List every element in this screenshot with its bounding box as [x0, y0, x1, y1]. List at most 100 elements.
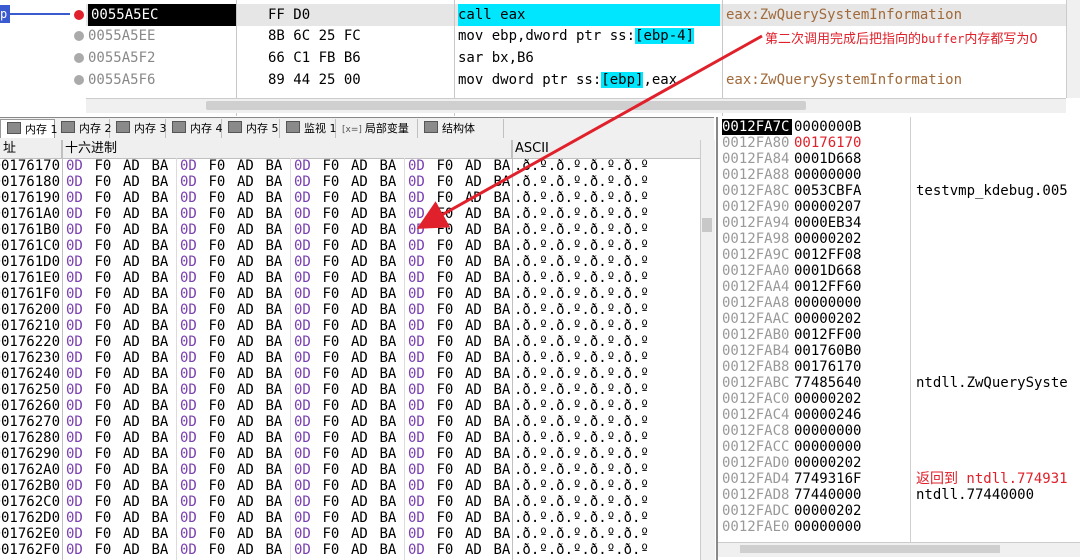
hex-byte[interactable]: 0D — [408, 398, 430, 414]
hex-byte[interactable]: 0D — [294, 270, 316, 286]
hex-byte[interactable]: AD — [465, 174, 487, 190]
breakpoint-dot[interactable] — [74, 75, 84, 85]
tab-5[interactable]: 内存 5 — [222, 119, 280, 138]
horizontal-scrollbar[interactable] — [86, 98, 1066, 113]
hex-byte[interactable]: AD — [237, 462, 259, 478]
hex-byte[interactable]: F0 — [323, 350, 345, 366]
hex-byte[interactable]: 0D — [180, 382, 202, 398]
breakpoint-dot-active[interactable] — [74, 10, 84, 20]
hex-byte[interactable]: AD — [465, 526, 487, 542]
hex-byte[interactable]: BA — [380, 222, 402, 238]
hex-byte[interactable]: AD — [237, 494, 259, 510]
hex-byte[interactable]: F0 — [95, 334, 117, 350]
hex-byte[interactable]: 0D — [294, 398, 316, 414]
hex-byte[interactable]: BA — [380, 158, 402, 174]
hex-byte[interactable]: BA — [380, 270, 402, 286]
hex-byte[interactable]: AD — [123, 526, 145, 542]
hex-byte[interactable]: AD — [123, 494, 145, 510]
hex-byte[interactable]: 0D — [180, 206, 202, 222]
hex-byte[interactable]: BA — [380, 254, 402, 270]
dump-row[interactable]: 001762D00DF0ADBA0DF0ADBA0DF0ADBA0DF0ADBA… — [0, 510, 700, 526]
hex-byte[interactable]: F0 — [95, 526, 117, 542]
hex-byte[interactable]: F0 — [209, 382, 231, 398]
hex-byte[interactable]: BA — [266, 158, 288, 174]
hex-byte[interactable]: AD — [465, 446, 487, 462]
hex-byte[interactable]: 0D — [66, 334, 88, 350]
stack-row[interactable]: 0012FA94 0000EB34 — [718, 215, 1080, 231]
stack-row[interactable]: 0012FA98 00000202 — [718, 231, 1080, 247]
dump-row[interactable]: 001761E00DF0ADBA0DF0ADBA0DF0ADBA0DF0ADBA… — [0, 270, 700, 286]
hex-byte[interactable]: AD — [351, 206, 373, 222]
hex-byte[interactable]: AD — [351, 366, 373, 382]
hex-byte[interactable]: BA — [266, 462, 288, 478]
dump-row[interactable]: 001762F00DF0ADBA0DF0ADBA0DF0ADBA0DF0ADBA… — [0, 542, 700, 558]
hex-byte[interactable]: F0 — [209, 494, 231, 510]
stack-row[interactable]: 0012FA80 00176170 — [718, 135, 1080, 151]
hex-byte[interactable]: F0 — [209, 190, 231, 206]
hex-byte[interactable]: 0D — [408, 318, 430, 334]
hex-byte[interactable]: BA — [380, 318, 402, 334]
hex-byte[interactable]: 0D — [294, 174, 316, 190]
hex-byte[interactable]: BA — [152, 158, 174, 174]
dump-row[interactable]: 001761900DF0ADBA0DF0ADBA0DF0ADBA0DF0ADBA… — [0, 190, 700, 206]
hex-byte[interactable]: F0 — [323, 238, 345, 254]
hex-byte[interactable]: 0D — [294, 318, 316, 334]
hex-byte[interactable]: 0D — [408, 446, 430, 462]
hex-byte[interactable]: 0D — [408, 222, 430, 238]
dump-row[interactable]: 001761800DF0ADBA0DF0ADBA0DF0ADBA0DF0ADBA… — [0, 174, 700, 190]
dump-row[interactable]: 001762400DF0ADBA0DF0ADBA0DF0ADBA0DF0ADBA… — [0, 366, 700, 382]
hex-byte[interactable]: 0D — [66, 222, 88, 238]
hex-byte[interactable]: AD — [351, 414, 373, 430]
hex-byte[interactable]: AD — [351, 542, 373, 558]
hex-byte[interactable]: AD — [465, 190, 487, 206]
hex-byte[interactable]: AD — [123, 190, 145, 206]
hex-byte[interactable]: AD — [351, 382, 373, 398]
dump-row[interactable]: 001761B00DF0ADBA0DF0ADBA0DF0ADBA0DF0ADBA… — [0, 222, 700, 238]
hex-byte[interactable]: 0D — [66, 462, 88, 478]
hex-byte[interactable]: F0 — [209, 254, 231, 270]
hex-byte[interactable]: AD — [351, 318, 373, 334]
dump-row[interactable]: 001762000DF0ADBA0DF0ADBA0DF0ADBA0DF0ADBA… — [0, 302, 700, 318]
hex-byte[interactable]: AD — [465, 270, 487, 286]
hex-byte[interactable]: AD — [465, 398, 487, 414]
hex-byte[interactable]: BA — [266, 206, 288, 222]
hex-byte[interactable]: F0 — [95, 430, 117, 446]
hex-byte[interactable]: BA — [380, 206, 402, 222]
hex-byte[interactable]: F0 — [323, 382, 345, 398]
hex-byte[interactable]: BA — [380, 430, 402, 446]
stack-row[interactable]: 0012FAB8 00176170 — [718, 359, 1080, 375]
hex-byte[interactable]: 0D — [66, 382, 88, 398]
hex-byte[interactable]: F0 — [437, 286, 459, 302]
hex-byte[interactable]: AD — [351, 430, 373, 446]
stack-row[interactable]: 0012FAD0 00000202 — [718, 455, 1080, 471]
hex-byte[interactable]: AD — [351, 478, 373, 494]
hex-byte[interactable]: AD — [123, 238, 145, 254]
hex-byte[interactable]: F0 — [437, 334, 459, 350]
hex-byte[interactable]: F0 — [437, 270, 459, 286]
hex-byte[interactable]: 0D — [294, 462, 316, 478]
hex-byte[interactable]: BA — [266, 382, 288, 398]
hex-byte[interactable]: 0D — [180, 462, 202, 478]
hex-byte[interactable]: F0 — [437, 446, 459, 462]
hex-byte[interactable]: AD — [123, 222, 145, 238]
hex-byte[interactable]: F0 — [209, 334, 231, 350]
hex-byte[interactable]: 0D — [408, 542, 430, 558]
hex-byte[interactable]: F0 — [323, 478, 345, 494]
hex-byte[interactable]: F0 — [437, 174, 459, 190]
stack-row[interactable]: 0012FA9C 0012FF08 — [718, 247, 1080, 263]
hex-byte[interactable]: BA — [380, 302, 402, 318]
hex-byte[interactable]: BA — [152, 510, 174, 526]
dump-row[interactable]: 001762800DF0ADBA0DF0ADBA0DF0ADBA0DF0ADBA… — [0, 430, 700, 446]
hex-byte[interactable]: 0D — [66, 238, 88, 254]
hex-byte[interactable]: 0D — [66, 430, 88, 446]
stack-panel[interactable]: 0012FA7C 0000000B 0012FA80 00176170 0012FA84… — [716, 117, 1080, 560]
hex-byte[interactable]: AD — [351, 350, 373, 366]
hex-byte[interactable]: 0D — [180, 270, 202, 286]
hex-byte[interactable]: AD — [123, 366, 145, 382]
hex-byte[interactable]: AD — [237, 158, 259, 174]
stack-row[interactable]: 0012FA84 0001D668 — [718, 151, 1080, 167]
stack-row[interactable]: 0012FA7C 0000000B — [718, 119, 1080, 135]
hex-byte[interactable]: 0D — [408, 382, 430, 398]
hex-byte[interactable]: 0D — [294, 222, 316, 238]
vertical-scrollbar[interactable] — [1066, 0, 1080, 98]
